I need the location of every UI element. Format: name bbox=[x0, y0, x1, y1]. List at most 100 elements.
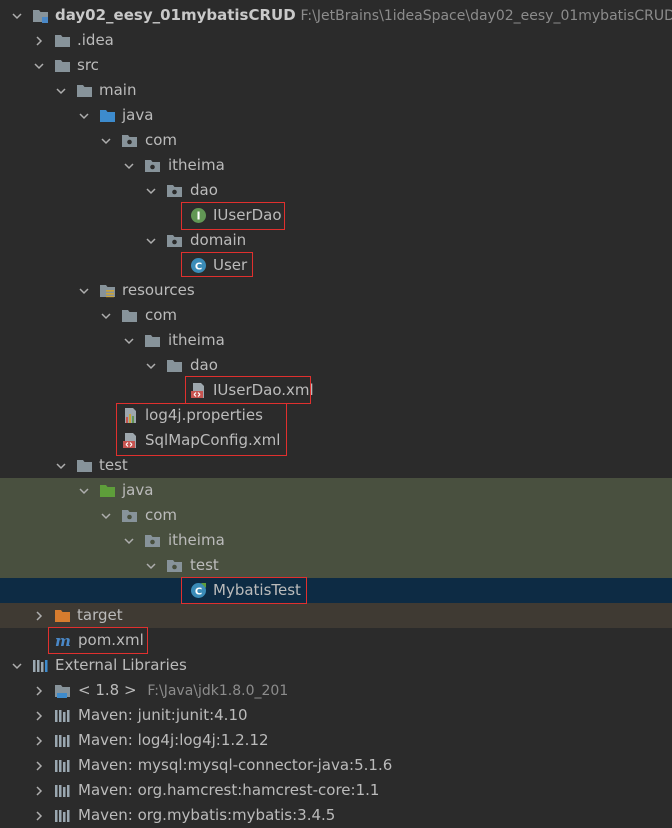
chevron-down-icon[interactable] bbox=[99, 503, 113, 528]
chevron-down-icon[interactable] bbox=[144, 353, 158, 378]
tree-row-res-itheima[interactable]: itheima bbox=[0, 328, 672, 353]
chevron-right-icon[interactable] bbox=[32, 703, 46, 728]
package-icon bbox=[144, 532, 161, 549]
tree-label: IUserDao.xml bbox=[213, 381, 314, 399]
svg-text:C: C bbox=[195, 262, 202, 273]
chevron-right-icon[interactable] bbox=[32, 753, 46, 778]
chevron-down-icon[interactable] bbox=[10, 3, 24, 28]
tree-row-res-dao[interactable]: dao bbox=[0, 353, 672, 378]
tree-row-project-root[interactable]: day02_eesy_01mybatisCRUD F:\JetBrains\1i… bbox=[0, 3, 672, 28]
chevron-down-icon[interactable] bbox=[144, 178, 158, 203]
folder-icon bbox=[166, 357, 183, 374]
package-icon bbox=[121, 132, 138, 149]
tree-row-domain[interactable]: domain bbox=[0, 228, 672, 253]
package-icon bbox=[121, 507, 138, 524]
tree-row-iuserdao[interactable]: I IUserDao bbox=[0, 203, 672, 228]
chevron-right-icon[interactable] bbox=[32, 728, 46, 753]
excluded-folder-icon bbox=[54, 607, 71, 624]
chevron-down-icon[interactable] bbox=[144, 553, 158, 578]
chevron-down-icon[interactable] bbox=[144, 228, 158, 253]
tree-label: itheima bbox=[168, 156, 225, 174]
interface-icon: I bbox=[190, 207, 207, 224]
tree-label: target bbox=[77, 606, 123, 624]
chevron-down-icon[interactable] bbox=[99, 128, 113, 153]
chevron-right-icon[interactable] bbox=[32, 678, 46, 703]
chevron-down-icon[interactable] bbox=[122, 528, 136, 553]
tree-row-jdk[interactable]: < 1.8 > F:\Java\jdk1.8.0_201 bbox=[0, 678, 672, 703]
tree-label: dao bbox=[190, 356, 218, 374]
tree-row-idea[interactable]: .idea bbox=[0, 28, 672, 53]
tree-label: Maven: org.hamcrest:hamcrest-core:1.1 bbox=[78, 781, 380, 799]
tree-row-test[interactable]: test bbox=[0, 453, 672, 478]
tree-row-test-com[interactable]: com bbox=[0, 503, 672, 528]
tree-row-lib-hamcrest[interactable]: Maven: org.hamcrest:hamcrest-core:1.1 bbox=[0, 778, 672, 803]
chevron-down-icon[interactable] bbox=[77, 478, 91, 503]
tree-label: test bbox=[99, 456, 128, 474]
tree-row-resources[interactable]: resources bbox=[0, 278, 672, 303]
chevron-down-icon[interactable] bbox=[32, 53, 46, 78]
chevron-down-icon[interactable] bbox=[54, 78, 68, 103]
chevron-down-icon[interactable] bbox=[77, 278, 91, 303]
tree-row-sqlmapconfig[interactable]: SqlMapConfig.xml bbox=[0, 428, 672, 453]
chevron-down-icon[interactable] bbox=[99, 303, 113, 328]
tree-row-iuserdao-xml[interactable]: IUserDao.xml bbox=[0, 378, 672, 403]
chevron-down-icon[interactable] bbox=[10, 653, 24, 678]
svg-text:I: I bbox=[196, 210, 200, 223]
module-folder-icon bbox=[32, 7, 49, 24]
folder-icon bbox=[54, 57, 71, 74]
chevron-down-icon[interactable] bbox=[54, 453, 68, 478]
tree-label: resources bbox=[122, 281, 195, 299]
tree-row-main[interactable]: main bbox=[0, 78, 672, 103]
tree-row-lib-junit[interactable]: Maven: junit:junit:4.10 bbox=[0, 703, 672, 728]
chevron-down-icon[interactable] bbox=[77, 103, 91, 128]
tree-row-test-pkg[interactable]: test bbox=[0, 553, 672, 578]
tree-label: dao bbox=[190, 181, 218, 199]
chevron-down-icon[interactable] bbox=[122, 328, 136, 353]
tree-row-res-com[interactable]: com bbox=[0, 303, 672, 328]
tree-label: main bbox=[99, 81, 137, 99]
tree-row-external-libraries[interactable]: External Libraries bbox=[0, 653, 672, 678]
tree-row-log4j[interactable]: log4j.properties bbox=[0, 403, 672, 428]
tree-row-java[interactable]: java bbox=[0, 103, 672, 128]
tree-row-test-itheima[interactable]: itheima bbox=[0, 528, 672, 553]
tree-row-user[interactable]: C User bbox=[0, 253, 672, 278]
chevron-right-icon[interactable] bbox=[32, 28, 46, 53]
tree-label: Maven: log4j:log4j:1.2.12 bbox=[78, 731, 269, 749]
folder-icon bbox=[144, 332, 161, 349]
xml-file-icon bbox=[190, 382, 207, 399]
tree-row-lib-mysql[interactable]: Maven: mysql:mysql-connector-java:5.1.6 bbox=[0, 753, 672, 778]
project-path: F:\JetBrains\1ideaSpace\day02_eesy_01myb… bbox=[300, 8, 672, 24]
resources-folder-icon bbox=[99, 282, 116, 299]
chevron-right-icon[interactable] bbox=[32, 803, 46, 828]
properties-file-icon bbox=[122, 407, 139, 424]
folder-icon bbox=[54, 32, 71, 49]
tree-row-target[interactable]: target bbox=[0, 603, 672, 628]
test-source-folder-icon bbox=[99, 482, 116, 499]
tree-label: Maven: junit:junit:4.10 bbox=[78, 706, 248, 724]
tree-row-src[interactable]: src bbox=[0, 53, 672, 78]
chevron-down-icon[interactable] bbox=[122, 153, 136, 178]
tree-row-mybatistest[interactable]: C MybatisTest bbox=[0, 578, 672, 603]
project-name: day02_eesy_01mybatisCRUD bbox=[55, 6, 296, 24]
package-icon bbox=[144, 157, 161, 174]
folder-icon bbox=[76, 457, 93, 474]
tree-label: test bbox=[190, 556, 219, 574]
library-icon bbox=[32, 657, 49, 674]
tree-row-itheima[interactable]: itheima bbox=[0, 153, 672, 178]
chevron-right-icon[interactable] bbox=[32, 603, 46, 628]
tree-label: com bbox=[145, 306, 178, 324]
tree-row-lib-mybatis[interactable]: Maven: org.mybatis:mybatis:3.4.5 bbox=[0, 803, 672, 828]
tree-row-dao[interactable]: dao bbox=[0, 178, 672, 203]
chevron-right-icon[interactable] bbox=[32, 778, 46, 803]
package-icon bbox=[166, 232, 183, 249]
tree-label: com bbox=[145, 131, 178, 149]
tree-row-lib-log4j[interactable]: Maven: log4j:log4j:1.2.12 bbox=[0, 728, 672, 753]
package-icon bbox=[166, 557, 183, 574]
maven-icon: m bbox=[54, 632, 74, 649]
library-icon bbox=[54, 807, 71, 824]
tree-label: MybatisTest bbox=[213, 581, 301, 599]
tree-row-test-java[interactable]: java bbox=[0, 478, 672, 503]
tree-label: Maven: mysql:mysql-connector-java:5.1.6 bbox=[78, 756, 393, 774]
tree-row-com[interactable]: com bbox=[0, 128, 672, 153]
tree-row-pom[interactable]: m pom.xml bbox=[0, 628, 672, 653]
